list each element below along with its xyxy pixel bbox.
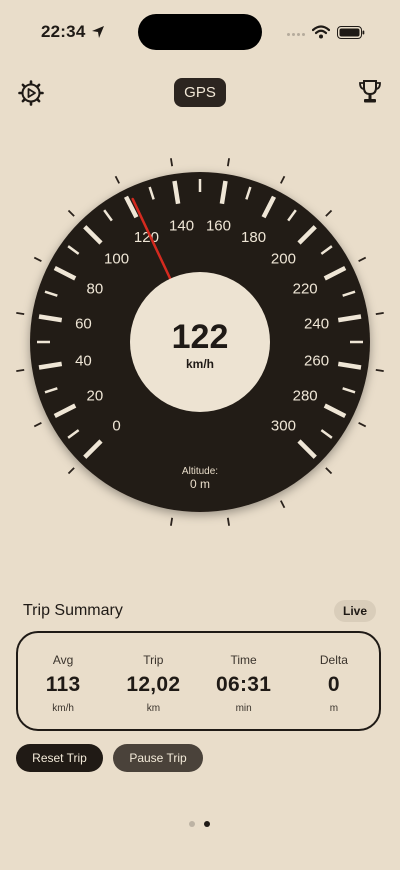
stat-label: Avg	[52, 653, 74, 667]
dial-label: 20	[87, 388, 104, 405]
outer-tick	[67, 467, 75, 475]
outer-tick	[226, 517, 230, 526]
outer-tick	[358, 256, 367, 262]
dial-label: 120	[134, 229, 159, 246]
outer-tick	[226, 158, 230, 167]
stat-avg: Avg 113 km/h	[18, 633, 108, 729]
trip-summary-title: Trip Summary	[23, 602, 123, 619]
outer-tick	[170, 158, 174, 167]
location-arrow-icon	[92, 26, 104, 38]
stat-unit: min	[235, 703, 252, 714]
gps-mode-button[interactable]: GPS	[174, 78, 226, 107]
outer-tick	[280, 175, 286, 184]
dial-label: 0	[112, 417, 120, 434]
stat-unit: m	[329, 703, 339, 714]
stat-unit: km	[146, 703, 161, 714]
stat-value: 06:31	[216, 673, 272, 696]
status-time: 22:34	[41, 22, 86, 41]
cellular-signal-icon	[287, 33, 305, 36]
dial-label: 180	[241, 229, 266, 246]
stat-label: Delta	[319, 653, 348, 667]
outer-tick	[358, 422, 367, 428]
outer-tick	[16, 312, 25, 316]
dial-label: 240	[304, 316, 329, 333]
stat-trip: Trip 12,02 km	[108, 633, 198, 729]
page-indicator[interactable]	[189, 821, 210, 827]
page-dot-active[interactable]	[204, 821, 210, 827]
dial-label: 260	[304, 352, 329, 369]
outer-tick	[325, 467, 333, 475]
outer-tick	[325, 209, 333, 217]
outer-tick	[114, 175, 120, 184]
stat-unit: km/h	[52, 703, 74, 714]
dial-label: 40	[75, 352, 92, 369]
reset-trip-button[interactable]: Reset Trip	[16, 744, 103, 772]
stat-value: 0	[327, 673, 340, 696]
dial-label: 80	[87, 280, 104, 297]
pause-trip-button[interactable]: Pause Trip	[113, 744, 203, 772]
dial-label: 60	[75, 316, 92, 333]
live-badge: Live	[334, 600, 376, 622]
altitude-value: 0 m	[190, 477, 210, 491]
trip-summary-card: Avg 113 km/h Trip 12,02 km Time 06:31 mi…	[16, 631, 381, 731]
dial-label: 280	[293, 388, 318, 405]
stat-value: 113	[45, 673, 81, 696]
dial-label: 100	[104, 251, 129, 268]
dial-label: 300	[271, 417, 296, 434]
status-bar: 22:34	[0, 0, 400, 64]
trophy-icon[interactable]	[358, 79, 382, 105]
stat-time: Time 06:31 min	[199, 633, 289, 729]
battery-icon	[337, 26, 365, 39]
outer-tick	[67, 209, 75, 217]
outer-tick	[170, 517, 174, 526]
speed-unit: km/h	[186, 357, 214, 371]
outer-tick	[375, 312, 384, 316]
stat-delta: Delta 0 m	[289, 633, 379, 729]
outer-tick	[280, 500, 286, 509]
stat-label: Time	[230, 653, 257, 667]
dial-label: 200	[271, 251, 296, 268]
stat-label: Trip	[143, 653, 164, 667]
dial-label: 140	[169, 217, 194, 234]
speedometer: 0 20 40 60 80100 120 140 160 180 200 220 240 260 280 3…	[16, 158, 384, 526]
page-dot[interactable]	[189, 821, 195, 827]
speed-value: 122	[172, 318, 229, 356]
dial-label: 160	[206, 217, 231, 234]
outer-tick	[375, 368, 384, 372]
gear-icon[interactable]	[18, 80, 44, 106]
outer-tick	[33, 422, 42, 428]
dial-label: 220	[293, 280, 318, 297]
outer-tick	[33, 256, 42, 262]
wifi-icon	[312, 25, 330, 39]
dynamic-island	[138, 14, 262, 50]
altitude-label: Altitude:	[182, 466, 218, 477]
stat-value: 12,02	[126, 673, 181, 696]
outer-tick	[16, 368, 25, 372]
